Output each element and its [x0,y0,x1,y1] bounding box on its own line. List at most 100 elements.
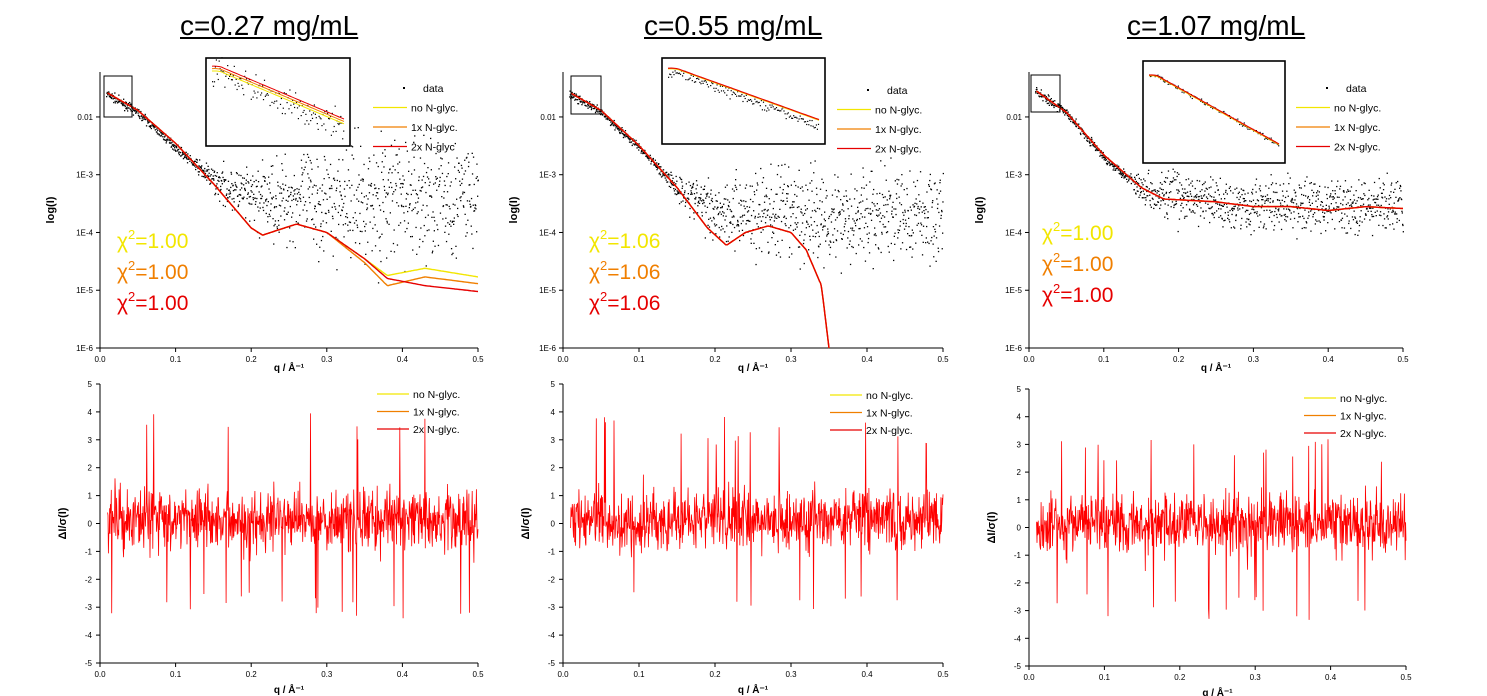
inset-data-point [803,121,806,123]
data-point [290,191,292,194]
data-point [1370,194,1373,197]
data-point [1292,227,1294,229]
data-point [1086,140,1089,142]
data-point [902,222,905,225]
data-point [334,206,336,208]
data-point [196,161,198,163]
data-point [445,240,448,243]
data-point [728,236,730,238]
data-point [1309,182,1311,185]
data-point [744,187,747,189]
data-point [311,193,313,195]
inset-data-point [732,91,734,93]
data-point [778,251,780,254]
data-point [393,251,396,253]
data-point [338,223,340,226]
data-point [1193,202,1196,204]
data-point [264,180,266,182]
data-point [697,202,699,204]
data-point [277,185,279,187]
data-point [713,218,715,220]
data-point [942,201,944,203]
data-point [460,196,462,198]
data-point [1164,216,1166,218]
data-point [1370,207,1372,209]
data-point [697,205,699,207]
data-point [472,156,475,158]
data-point [751,232,753,235]
data-point [831,211,833,213]
data-point [1149,204,1151,206]
data-point [827,231,829,233]
data-point [1274,191,1276,194]
data-point [224,205,226,208]
data-point [129,108,131,110]
data-point [1192,210,1194,212]
data-point [1195,195,1197,197]
chi-value: =1.06 [607,261,660,284]
data-point [111,93,113,95]
data-point [1265,185,1267,187]
x-tick-label: 0.3 [321,670,333,679]
data-point [326,198,328,200]
data-point [1315,195,1317,197]
data-point [411,173,413,175]
data-point [830,213,832,216]
data-point [1157,201,1160,203]
inset-frame [205,57,351,147]
data-point [359,230,361,232]
data-point [931,201,934,204]
data-point [1222,226,1224,228]
data-point [828,244,830,246]
data-point [302,209,304,211]
data-point [292,195,294,197]
data-point [351,184,353,186]
chi-superscript: 2 [600,258,607,273]
data-point [860,194,862,196]
data-point [403,212,405,214]
data-point [1271,220,1273,223]
data-point [230,173,233,175]
data-point [1226,193,1228,195]
data-point [831,194,834,196]
data-point [852,234,855,236]
data-point [213,170,216,172]
data-point [339,191,341,193]
inset-data-point [335,130,337,132]
data-point [360,179,362,181]
data-point [1358,230,1360,232]
data-point [1400,190,1402,192]
data-point [200,167,202,169]
y-tick-label: 1E-4 [539,228,556,237]
data-point [685,183,687,185]
data-point [1220,208,1222,210]
data-point [1385,227,1387,229]
data-point [229,196,231,198]
data-point [438,184,441,186]
data-point [1142,190,1144,192]
data-point [249,220,251,222]
data-point [879,221,881,223]
data-point [738,202,740,204]
data-point [774,217,776,219]
data-point [696,184,698,186]
inset-data-point [303,109,305,112]
data-point [240,194,242,196]
data-point [276,155,278,157]
data-point [1112,169,1114,171]
data-point [386,257,388,259]
data-point [594,111,597,114]
data-point [359,212,361,215]
data-point [419,157,422,159]
data-point [872,268,874,270]
data-point [884,165,886,167]
data-point [1351,205,1353,207]
data-point [714,194,717,196]
data-point [296,188,298,190]
data-point [358,183,360,186]
data-point [448,205,450,208]
data-point [1360,205,1362,207]
data-point [829,246,832,249]
data-point [900,185,902,187]
data-point [1272,191,1275,193]
